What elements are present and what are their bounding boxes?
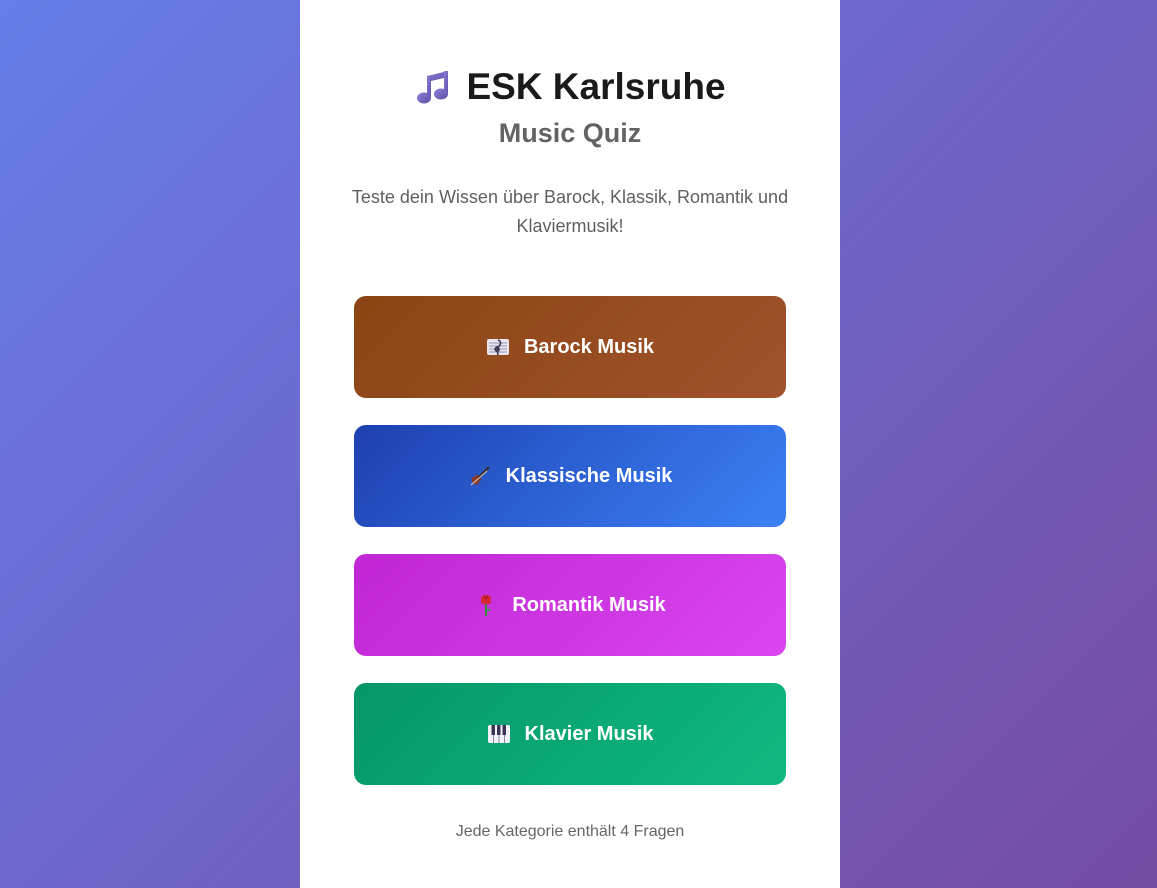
rose-icon bbox=[481, 595, 492, 616]
category-label: Klassische Musik bbox=[505, 464, 673, 487]
category-label: Klavier Musik bbox=[524, 722, 654, 745]
page-subtitle: Music Quiz bbox=[498, 118, 642, 148]
quiz-card: ESK Karlsruhe Music Quiz Teste dein Wiss… bbox=[300, 0, 840, 888]
music-notes-icon bbox=[417, 71, 449, 104]
footer-note: Jede Kategorie enthält 4 Fragen bbox=[455, 823, 685, 840]
category-label: Barock Musik bbox=[523, 335, 655, 358]
category-barock-button[interactable]: Barock Musik bbox=[354, 296, 786, 398]
violin-icon bbox=[470, 466, 490, 486]
category-label: Romantik Musik bbox=[512, 593, 666, 616]
app-title: ESK Karlsruhe bbox=[466, 66, 726, 107]
sheet-music-icon bbox=[486, 339, 509, 356]
category-klavier-button[interactable]: Klavier Musik bbox=[354, 683, 786, 785]
quiz-description: Teste dein Wissen über Barock, Klassik, … bbox=[351, 187, 789, 236]
category-klassik-button[interactable]: Klassische Musik bbox=[354, 425, 786, 527]
piano-keys-icon bbox=[487, 725, 510, 743]
category-romantik-button[interactable]: Romantik Musik bbox=[354, 554, 786, 656]
title-row: ESK Karlsruhe bbox=[300, 66, 840, 108]
